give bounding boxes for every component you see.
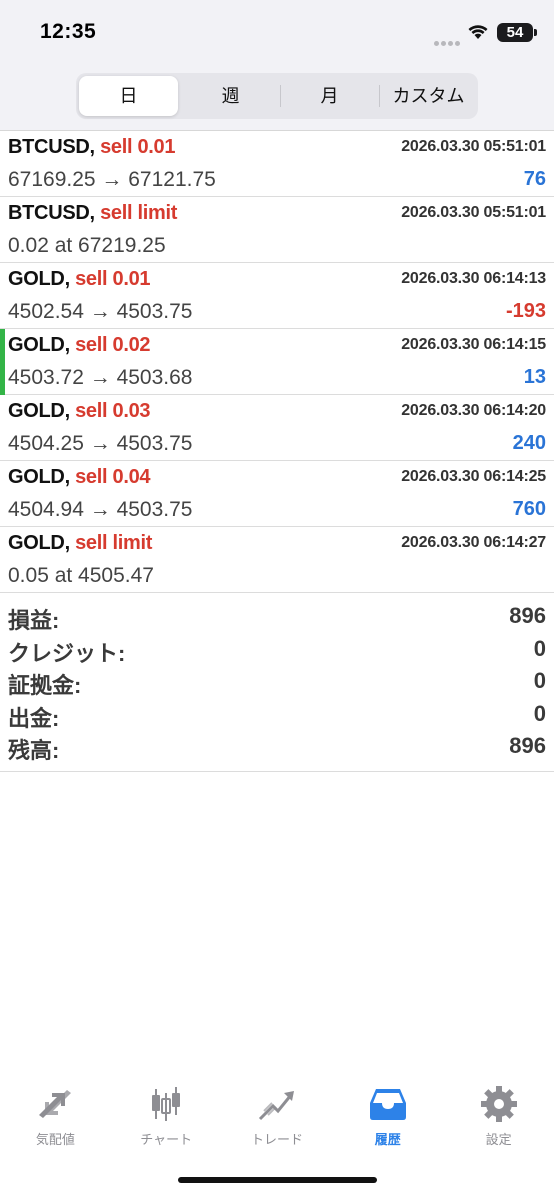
deal-time: 2026.03.30 06:14:13 [401, 270, 546, 287]
deal-symbol: GOLD, [8, 400, 70, 422]
summary-margin-row: 証拠金: 0 [0, 665, 554, 698]
segment-day[interactable]: 日 [79, 76, 178, 116]
deal-time: 2026.03.30 05:51:01 [401, 204, 546, 221]
summary-label: クレジット: [8, 640, 126, 666]
deal-type: sell limit [100, 202, 178, 224]
summary-value: 0 [533, 668, 546, 693]
deal-row[interactable]: BTCUSD, sell limit 2026.03.30 05:51:01 0… [0, 197, 554, 263]
deal-time: 2026.03.30 06:14:25 [401, 468, 546, 485]
deal-title: BTCUSD, sell limit [8, 202, 177, 225]
deal-type: sell 0.02 [75, 334, 151, 356]
tab-label: トレード [250, 1132, 303, 1147]
segment-custom[interactable]: カスタム [379, 73, 478, 119]
summary-value: 896 [509, 733, 546, 758]
deal-symbol: GOLD, [8, 268, 70, 290]
deal-row[interactable]: BTCUSD, sell 0.01 2026.03.30 05:51:01 67… [0, 131, 554, 197]
deal-order-detail: 0.02 at 67219.25 [8, 234, 166, 257]
summary-balance-row: 残高: 896 [0, 730, 554, 763]
deal-time: 2026.03.30 06:14:20 [401, 402, 546, 419]
summary-profit-row: 損益: 896 [0, 600, 554, 633]
deal-prices: 4503.72 → 4503.68 [8, 366, 193, 389]
deal-symbol: BTCUSD, [8, 202, 95, 224]
summary-label: 残高: [8, 738, 60, 763]
deal-time: 2026.03.30 05:51:01 [401, 138, 546, 155]
deal-symbol: GOLD, [8, 334, 70, 356]
tab-label: チャート [140, 1132, 193, 1147]
deal-prices: 4504.94 → 4503.75 [8, 498, 193, 521]
deal-type: sell 0.03 [75, 400, 151, 422]
deal-row[interactable]: GOLD, sell 0.01 2026.03.30 06:14:13 4502… [0, 263, 554, 329]
deal-type: sell limit [75, 532, 153, 554]
cellular-signal-icon [434, 33, 462, 51]
deal-row[interactable]: GOLD, sell limit 2026.03.30 06:14:27 0.0… [0, 527, 554, 593]
trade-trend-icon [258, 1091, 294, 1121]
summary-value: 0 [533, 635, 546, 661]
deal-time: 2026.03.30 06:14:27 [401, 534, 546, 551]
deal-profit: 13 [523, 366, 546, 388]
summary-label: 証拠金: [8, 673, 82, 698]
deal-title: GOLD, sell 0.03 [8, 400, 151, 423]
deal-symbol: GOLD, [8, 532, 70, 554]
deal-row[interactable]: GOLD, sell 0.04 2026.03.30 06:14:25 4504… [0, 461, 554, 527]
summary-value: 0 [533, 700, 546, 726]
deal-time: 2026.03.30 06:14:15 [401, 336, 546, 353]
segment-week[interactable]: 週 [181, 73, 280, 119]
wifi-icon [468, 25, 488, 39]
deal-order-detail: 0.05 at 4505.47 [8, 564, 154, 587]
gear-icon [480, 1086, 517, 1122]
summary-label: 出金: [8, 705, 60, 731]
battery-icon: 54 [497, 23, 533, 42]
deal-row[interactable]: GOLD, sell 0.03 2026.03.30 06:14:20 4504… [0, 395, 554, 461]
quotes-arrows-icon [39, 1090, 72, 1118]
deal-prices: 67169.25 → 67121.75 [8, 168, 216, 191]
deal-type: sell 0.01 [100, 136, 176, 158]
deal-list: BTCUSD, sell 0.01 2026.03.30 05:51:01 67… [0, 131, 554, 593]
deal-title: GOLD, sell 0.01 [8, 268, 151, 291]
tab-quotes[interactable]: 気配値 [0, 1075, 111, 1199]
status-time: 12:35 [40, 20, 97, 43]
period-segmented-control: 日 週 月 カスタム [76, 73, 478, 119]
history-inbox-icon [369, 1089, 406, 1120]
tab-label: 設定 [485, 1132, 512, 1147]
candlestick-chart-icon [152, 1087, 181, 1121]
deal-title: GOLD, sell limit [8, 532, 152, 555]
summary-label: 損益: [8, 608, 60, 633]
status-bar: 12:35 54 [0, 0, 554, 64]
deal-title: BTCUSD, sell 0.01 [8, 136, 176, 159]
deal-profit: 76 [523, 168, 546, 190]
deal-profit: 760 [512, 498, 546, 520]
deal-title: GOLD, sell 0.04 [8, 466, 151, 489]
deal-row-selected[interactable]: GOLD, sell 0.02 2026.03.30 06:14:15 4503… [0, 329, 554, 395]
deal-symbol: BTCUSD, [8, 136, 95, 158]
deal-profit: -193 [505, 300, 546, 322]
deal-type: sell 0.04 [75, 466, 151, 488]
tab-label: 気配値 [35, 1132, 75, 1147]
deal-title: GOLD, sell 0.02 [8, 334, 151, 357]
tab-label: 履歴 [374, 1132, 401, 1147]
summary-credit-row: クレジット: 0 [0, 633, 554, 666]
period-selector-area: 日 週 月 カスタム [0, 64, 554, 131]
deal-profit: 240 [512, 432, 546, 454]
segment-month[interactable]: 月 [280, 73, 379, 119]
deal-symbol: GOLD, [8, 466, 70, 488]
tab-settings[interactable]: 設定 [443, 1075, 554, 1199]
deal-prices: 4504.25 → 4503.75 [8, 432, 193, 455]
battery-tip [534, 29, 537, 36]
summary-withdrawal-row: 出金: 0 [0, 698, 554, 731]
deal-type: sell 0.01 [75, 268, 151, 290]
summary-value: 896 [509, 603, 546, 628]
home-indicator[interactable] [178, 1177, 377, 1183]
deal-prices: 4502.54 → 4503.75 [8, 300, 193, 323]
account-summary: 損益: 896 クレジット: 0 証拠金: 0 出金: 0 残高: 896 [0, 600, 554, 772]
